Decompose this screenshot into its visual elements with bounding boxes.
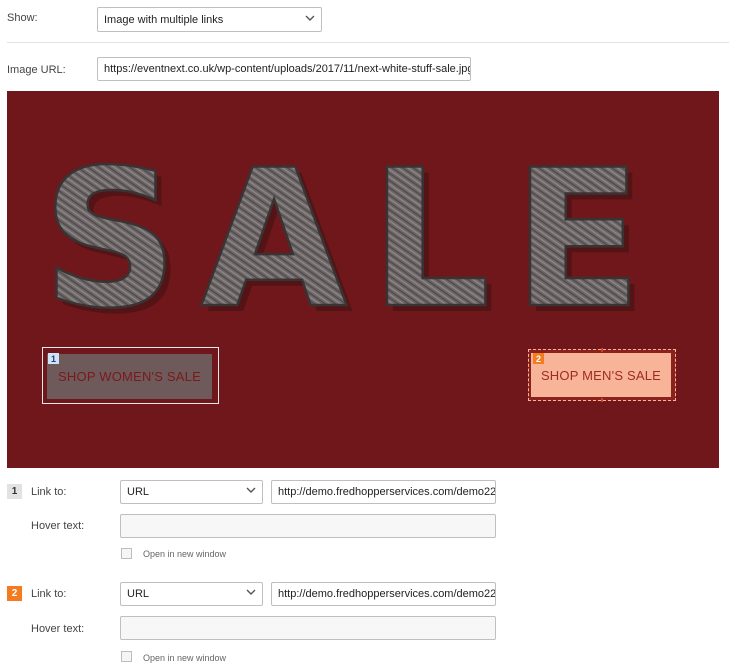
hover-text-input[interactable] — [120, 616, 496, 640]
link-to-label: Link to: — [31, 588, 67, 600]
open-new-window-label: Open in new window — [143, 653, 227, 663]
resize-handle[interactable] — [601, 398, 603, 402]
link-type-select[interactable]: URL — [120, 480, 263, 504]
hover-text-label: Hover text: — [31, 623, 85, 635]
hotspot-number: 1 — [48, 353, 59, 364]
link-number-badge: 1 — [7, 484, 22, 499]
hover-text-label: Hover text: — [31, 520, 85, 532]
show-select[interactable]: Image with multiple links — [97, 7, 322, 32]
sale-title: SALE — [42, 129, 665, 350]
link-type-select[interactable]: URL — [120, 582, 263, 606]
hover-text-input[interactable] — [120, 514, 496, 538]
link-type-value: URL — [127, 588, 150, 600]
link-url-input[interactable]: http://demo.fredhopperservices.com/demo2… — [271, 582, 496, 606]
link-url-input[interactable]: http://demo.fredhopperservices.com/demo2… — [271, 480, 496, 504]
open-new-window-checkbox[interactable] — [121, 651, 132, 662]
image-url-input[interactable]: https://eventnext.co.uk/wp-content/uploa… — [97, 57, 471, 81]
hotspot-number: 2 — [533, 353, 544, 364]
resize-handle[interactable] — [601, 348, 603, 352]
sale-graphic: SALE SALE — [40, 128, 665, 356]
image-url-label: Image URL: — [7, 64, 66, 76]
hotspot-2[interactable]: 2 — [528, 348, 676, 402]
chevron-down-icon — [246, 486, 256, 494]
link-number-badge: 2 — [7, 586, 22, 601]
hotspot-1[interactable]: 1 — [42, 347, 219, 404]
link-to-label: Link to: — [31, 486, 67, 498]
banner-image: SALE SALE SHOP WOMEN'S SALE SHOP MEN'S S… — [7, 91, 719, 468]
chevron-down-icon — [305, 14, 315, 22]
show-label: Show: — [7, 12, 38, 24]
show-select-value: Image with multiple links — [104, 13, 224, 26]
link-type-value: URL — [127, 486, 150, 498]
chevron-down-icon — [246, 588, 256, 596]
divider — [7, 42, 729, 43]
open-new-window-label: Open in new window — [143, 549, 227, 559]
open-new-window-checkbox[interactable] — [121, 548, 132, 559]
